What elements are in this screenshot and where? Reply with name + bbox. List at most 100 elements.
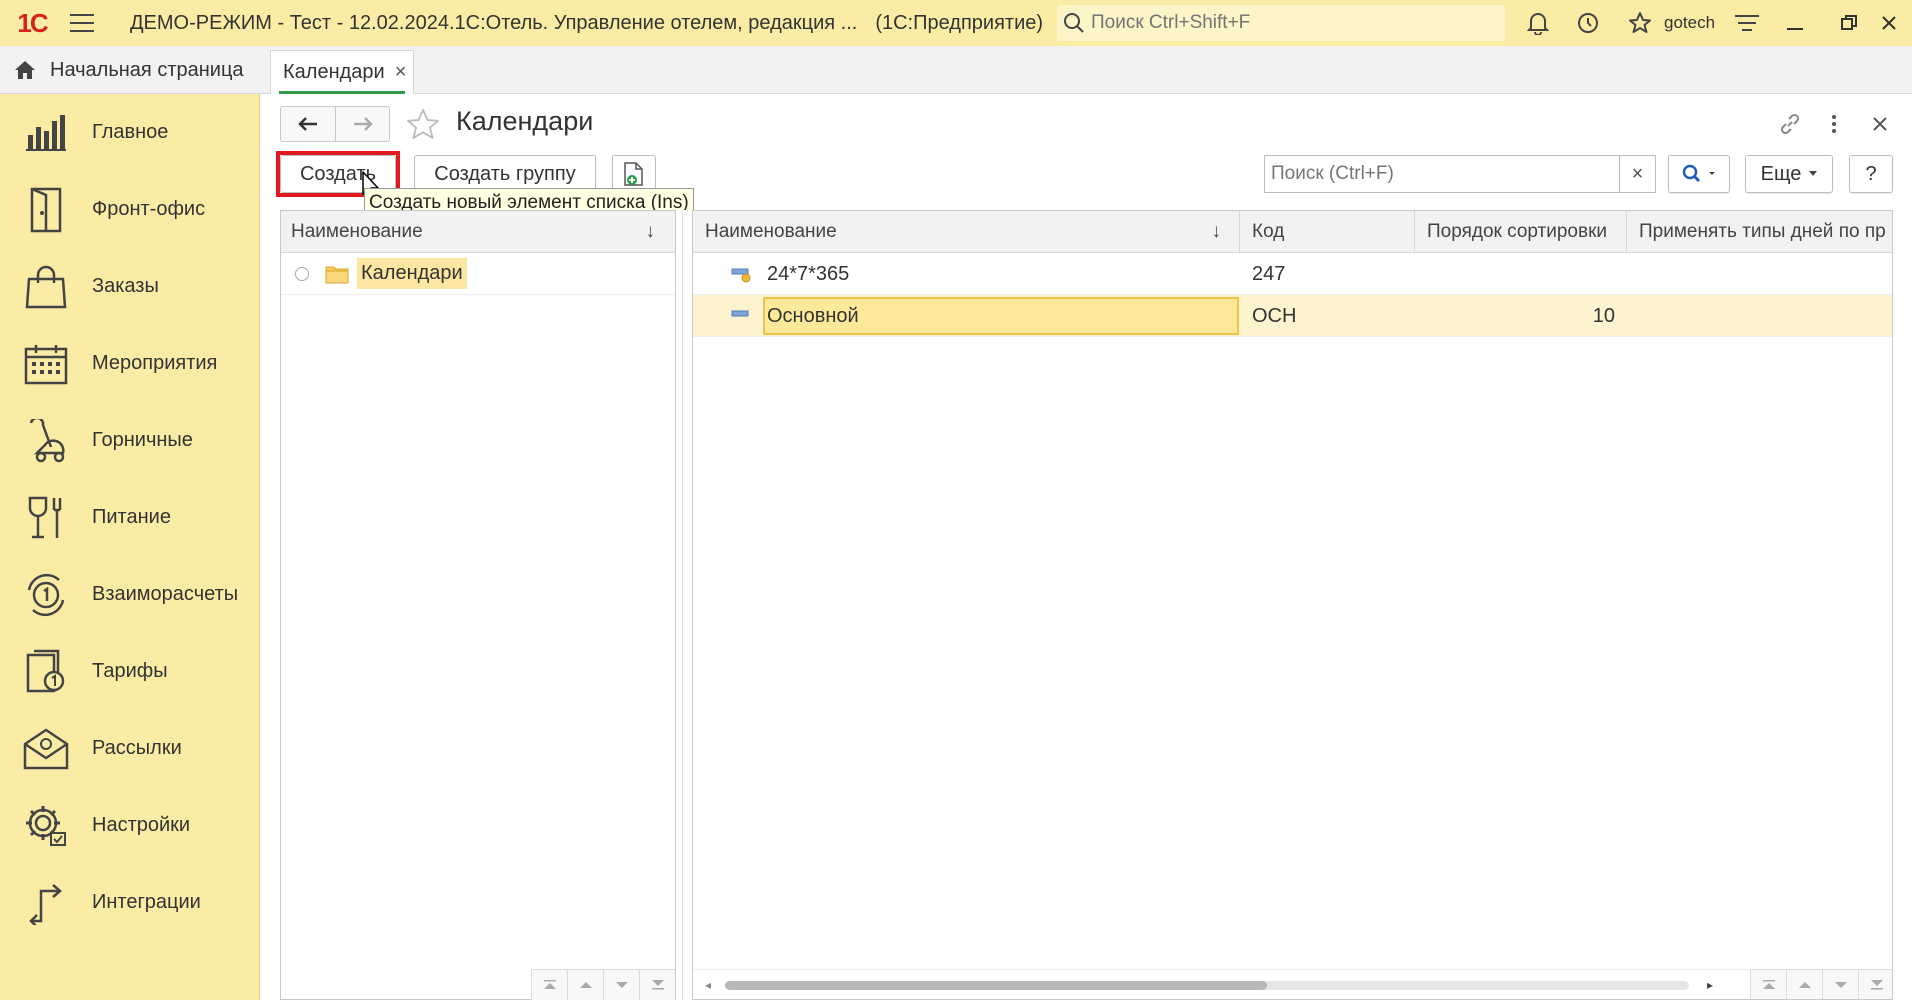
scroll-left-icon[interactable]: ◂ bbox=[705, 978, 711, 992]
door-icon bbox=[0, 187, 92, 233]
scroll-up-icon[interactable] bbox=[567, 970, 603, 1000]
navigation-buttons bbox=[280, 106, 390, 142]
gear-icon bbox=[0, 803, 92, 849]
column-label: Порядок сортировки bbox=[1427, 221, 1608, 242]
groups-tree[interactable]: Наименование ↓ Календари bbox=[280, 210, 676, 1000]
scroll-top-icon[interactable] bbox=[531, 970, 567, 1000]
clear-search-icon[interactable]: × bbox=[1619, 156, 1655, 192]
scroll-up-icon[interactable] bbox=[1786, 970, 1822, 999]
search-options-button[interactable] bbox=[1668, 155, 1730, 193]
close-icon[interactable]: × bbox=[395, 61, 407, 84]
sidebar-item-events[interactable]: Мероприятия bbox=[0, 325, 260, 402]
history-icon[interactable] bbox=[1565, 0, 1611, 46]
scroll-right-icon[interactable]: ▸ bbox=[1707, 978, 1713, 992]
page-title: Календари bbox=[456, 106, 594, 136]
sections-sidebar: Главное Фронт-офис Заказы Мероприятия Го… bbox=[0, 94, 260, 1000]
global-search-box[interactable] bbox=[1057, 5, 1505, 41]
new-document-icon bbox=[623, 161, 645, 187]
search-icon bbox=[1681, 164, 1717, 184]
table-row-selected[interactable]: Основной ОСН 10 bbox=[693, 295, 1892, 337]
settings-list-icon[interactable] bbox=[1724, 0, 1770, 46]
horizontal-scrollbar[interactable]: ◂ ▸ bbox=[693, 969, 1892, 999]
tab-home[interactable]: Начальная страница bbox=[0, 46, 266, 94]
tree-row-root[interactable]: Календари bbox=[281, 253, 675, 295]
window-title: ДЕМО-РЕЖИМ - Тест - 12.02.2024.1С:Отель.… bbox=[130, 11, 1044, 34]
scroll-down-icon[interactable] bbox=[1822, 970, 1858, 999]
favorites-star-icon[interactable] bbox=[1617, 0, 1663, 46]
sidebar-item-housekeeping[interactable]: Горничные bbox=[0, 402, 260, 479]
scroll-bottom-icon[interactable] bbox=[639, 970, 675, 1000]
bell-icon[interactable] bbox=[1515, 0, 1561, 46]
column-header-apply-day-types[interactable]: Применять типы дней по пр bbox=[1627, 211, 1892, 253]
more-actions-label: Еще bbox=[1760, 162, 1802, 185]
sidebar-label: Тарифы bbox=[92, 660, 168, 682]
sidebar-label: Горничные bbox=[92, 429, 193, 451]
main-menu-icon[interactable] bbox=[64, 0, 100, 46]
sidebar-item-tariffs[interactable]: Тарифы bbox=[0, 633, 260, 710]
title-bar: 1С ДЕМО-РЕЖИМ - Тест - 12.02.2024.1С:Оте… bbox=[0, 0, 1912, 46]
sidebar-label: Заказы bbox=[92, 275, 159, 297]
sidebar-item-mailings[interactable]: Рассылки bbox=[0, 710, 260, 787]
scroll-bottom-icon[interactable] bbox=[1858, 970, 1892, 999]
list-search-box[interactable]: × bbox=[1264, 155, 1656, 193]
column-label: Наименование bbox=[705, 221, 837, 242]
list-scroll-buttons bbox=[1750, 969, 1892, 999]
sort-arrow-icon: ↓ bbox=[1211, 221, 1222, 242]
sort-arrow-icon: ↓ bbox=[645, 220, 656, 242]
column-header-name[interactable]: Наименование ↓ bbox=[693, 211, 1240, 253]
tab-calendars[interactable]: Календари × bbox=[270, 50, 414, 94]
sidebar-item-orders[interactable]: Заказы bbox=[0, 248, 260, 325]
tree-scroll-buttons bbox=[531, 969, 675, 1000]
sidebar-label: Мероприятия bbox=[92, 352, 218, 374]
more-vertical-icon[interactable] bbox=[1818, 108, 1850, 140]
element-marked-icon bbox=[731, 253, 753, 295]
row-code: ОСН bbox=[1252, 304, 1297, 327]
scroll-top-icon[interactable] bbox=[1750, 970, 1786, 999]
close-form-icon[interactable] bbox=[1864, 108, 1896, 140]
tree-expand-icon[interactable] bbox=[295, 266, 309, 281]
help-button[interactable]: ? bbox=[1849, 155, 1893, 193]
tree-header-label: Наименование bbox=[291, 220, 423, 242]
row-code: 247 bbox=[1252, 262, 1286, 285]
user-name[interactable]: gotech bbox=[1664, 0, 1715, 46]
minimize-icon[interactable] bbox=[1772, 0, 1818, 46]
sidebar-label: Фронт-офис bbox=[92, 198, 206, 220]
forward-arrow-icon[interactable] bbox=[335, 107, 389, 141]
coin-cycle-icon bbox=[0, 572, 92, 618]
scroll-thumb[interactable] bbox=[725, 981, 1267, 990]
sidebar-label: Интеграции bbox=[92, 891, 201, 913]
row-name-focused-cell[interactable]: Основной bbox=[763, 297, 1239, 335]
sidebar-item-integrations[interactable]: Интеграции bbox=[0, 864, 260, 941]
vacuum-icon bbox=[0, 418, 92, 463]
favorite-star-icon[interactable] bbox=[404, 106, 442, 144]
back-arrow-icon[interactable] bbox=[281, 107, 335, 141]
mail-icon bbox=[0, 727, 92, 770]
column-header-code[interactable]: Код bbox=[1240, 211, 1415, 253]
panel-splitter[interactable] bbox=[676, 210, 692, 1000]
column-header-sort-order[interactable]: Порядок сортировки bbox=[1415, 211, 1627, 253]
table-row[interactable]: 24*7*365 247 bbox=[693, 253, 1892, 295]
app-logo[interactable]: 1С bbox=[0, 0, 64, 46]
list-header: Наименование ↓ Код Порядок сортировки Пр… bbox=[693, 211, 1892, 253]
calendars-list[interactable]: Наименование ↓ Код Порядок сортировки Пр… bbox=[692, 210, 1893, 1000]
list-search-input[interactable] bbox=[1265, 163, 1619, 185]
form-header: Календари bbox=[260, 94, 1912, 154]
sidebar-item-settlements[interactable]: Взаиморасчеты bbox=[0, 556, 260, 633]
scroll-down-icon[interactable] bbox=[603, 970, 639, 1000]
sidebar-label: Рассылки bbox=[92, 737, 182, 759]
sidebar-label: Главное bbox=[92, 121, 169, 143]
more-actions-button[interactable]: Еще bbox=[1745, 155, 1833, 193]
row-order bbox=[1415, 253, 1615, 295]
sidebar-item-front-office[interactable]: Фронт-офис bbox=[0, 171, 260, 248]
tab-calendars-label: Календари bbox=[283, 61, 385, 83]
tree-header-name[interactable]: Наименование ↓ bbox=[281, 211, 675, 253]
element-icon bbox=[731, 295, 753, 337]
sidebar-item-main[interactable]: Главное bbox=[0, 94, 260, 171]
sidebar-item-settings[interactable]: Настройки bbox=[0, 787, 260, 864]
integration-icon bbox=[0, 881, 92, 925]
sidebar-item-food[interactable]: Питание bbox=[0, 479, 260, 556]
tab-bar: Начальная страница Календари × bbox=[0, 46, 1912, 94]
global-search-input[interactable] bbox=[1091, 12, 1491, 34]
link-icon[interactable] bbox=[1774, 108, 1806, 140]
close-window-icon[interactable] bbox=[1866, 0, 1912, 46]
